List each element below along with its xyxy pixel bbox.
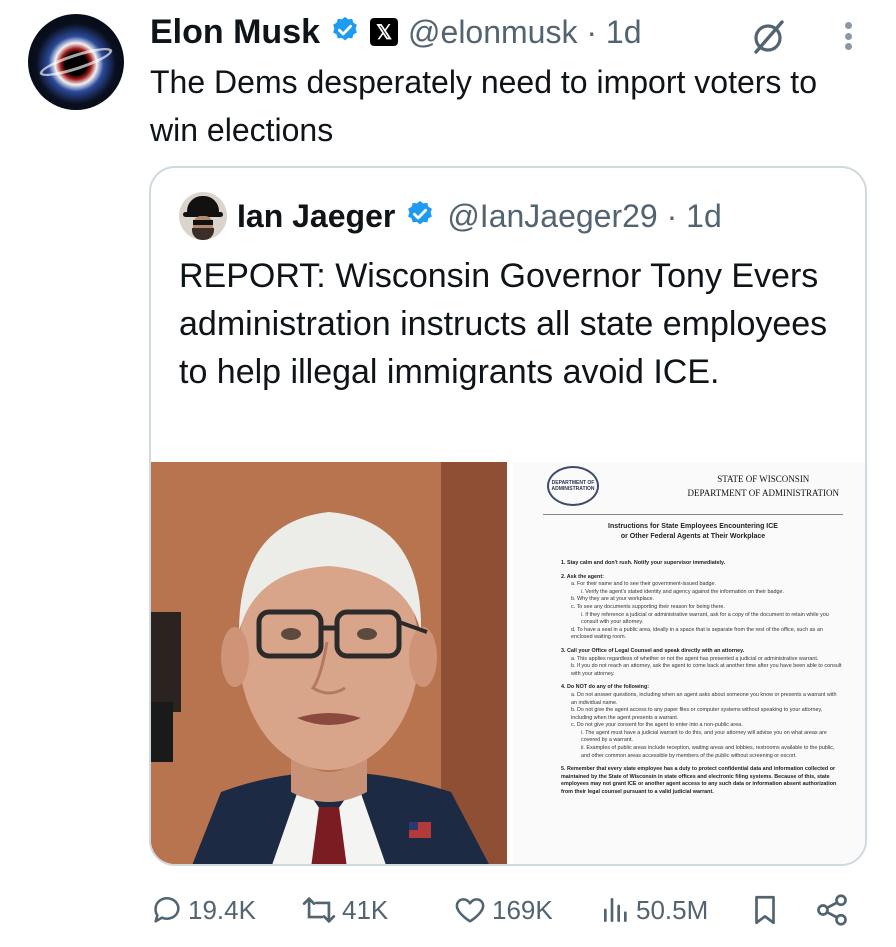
doa-seal-logo: DEPARTMENT OF ADMINISTRATION <box>547 466 599 506</box>
quoted-post[interactable]: Ian Jaeger @IanJaeger29 · 1d REPORT: Wis… <box>149 166 867 866</box>
document-line: a. Do not answer questions, including wh… <box>571 691 837 706</box>
document-line: b. Do not give the agent access to any p… <box>571 707 823 721</box>
more-icon[interactable] <box>838 18 858 54</box>
document-line: i. The agent must have a judicial warran… <box>581 729 827 744</box>
reply-button[interactable]: 19.4K <box>150 886 256 934</box>
repost-button[interactable]: 41K <box>300 886 388 934</box>
x-logo-icon: 𝕏 <box>370 18 399 46</box>
post-text: The Dems desperately need to import vote… <box>150 64 817 148</box>
quoted-post-header: Ian Jaeger @IanJaeger29 · 1d <box>237 192 722 240</box>
like-icon <box>455 898 485 923</box>
share-icon <box>817 894 847 926</box>
like-button[interactable]: 169K <box>452 886 553 934</box>
document-header: STATE OF WISCONSIN DEPARTMENT OF ADMINIS… <box>687 474 839 498</box>
quoted-author-name[interactable]: Ian Jaeger <box>237 198 395 235</box>
repost-icon <box>302 897 336 923</box>
document-line: d. To have a seat in a public area, idea… <box>571 626 823 641</box>
document-body: 1. Stay calm and don't rush. Notify your… <box>561 554 843 797</box>
author-name[interactable]: Elon Musk <box>150 13 320 52</box>
document-title: Instructions for State Employees Encount… <box>608 523 778 540</box>
views-count: 50.5M <box>636 894 709 925</box>
reply-count: 19.4K <box>188 894 256 925</box>
share-button[interactable] <box>814 886 850 934</box>
governor-photo[interactable] <box>151 462 507 864</box>
reply-icon <box>154 897 180 923</box>
quoted-author-handle-time[interactable]: @IanJaeger29 · 1d <box>447 198 721 235</box>
verified-badge-icon <box>405 199 435 234</box>
document-line: b. Why they are at your workplace. <box>571 596 654 603</box>
document-line: c. Do not give your consent for the agen… <box>571 722 743 729</box>
document-line: b. If you do not reach an attorney, ask … <box>571 663 842 677</box>
document-image[interactable]: DEPARTMENT OF ADMINISTRATION STATE OF WI… <box>511 462 865 864</box>
quoted-post-text: REPORT: Wisconsin Governor Tony Evers ad… <box>179 257 828 391</box>
grok-icon[interactable] <box>748 16 788 56</box>
like-count: 169K <box>492 894 553 925</box>
document-line: a. This applies regardless of whether or… <box>571 655 819 662</box>
document-line: c. To see any documents supporting their… <box>571 603 725 610</box>
views-icon <box>604 898 627 922</box>
bookmark-icon <box>755 895 775 925</box>
document-line: 4. Do NOT do any of the following: <box>561 684 650 691</box>
verified-badge-icon <box>330 15 360 50</box>
document-divider <box>543 514 843 515</box>
bookmark-button[interactable] <box>748 886 782 934</box>
views-button[interactable]: 50.5M <box>600 886 708 934</box>
avatar-ring <box>37 42 115 82</box>
author-avatar[interactable] <box>28 14 124 110</box>
document-line: 2. Ask the agent: <box>561 573 604 580</box>
document-line: i. Verify the agent's stated identity an… <box>581 588 785 595</box>
document-line: ii. Examples of public areas include rec… <box>581 745 835 759</box>
document-line: 3. Call your Office of Legal Counsel and… <box>561 647 745 654</box>
author-handle-time[interactable]: @elonmusk · 1d <box>408 14 641 51</box>
post-header: Elon Musk 𝕏 @elonmusk · 1d <box>150 10 642 54</box>
quoted-author-avatar[interactable] <box>179 192 227 240</box>
document-line: 5. Remember that every state employee ha… <box>561 766 837 796</box>
document-line: i. If they reference a judicial or admin… <box>581 611 829 626</box>
action-bar: 19.4K 41K 169K 50.5M <box>150 886 860 934</box>
document-line: 1. Stay calm and don't rush. Notify your… <box>561 560 726 566</box>
document-line: a. For their name and to see their gover… <box>571 581 717 588</box>
repost-count: 41K <box>342 894 389 925</box>
